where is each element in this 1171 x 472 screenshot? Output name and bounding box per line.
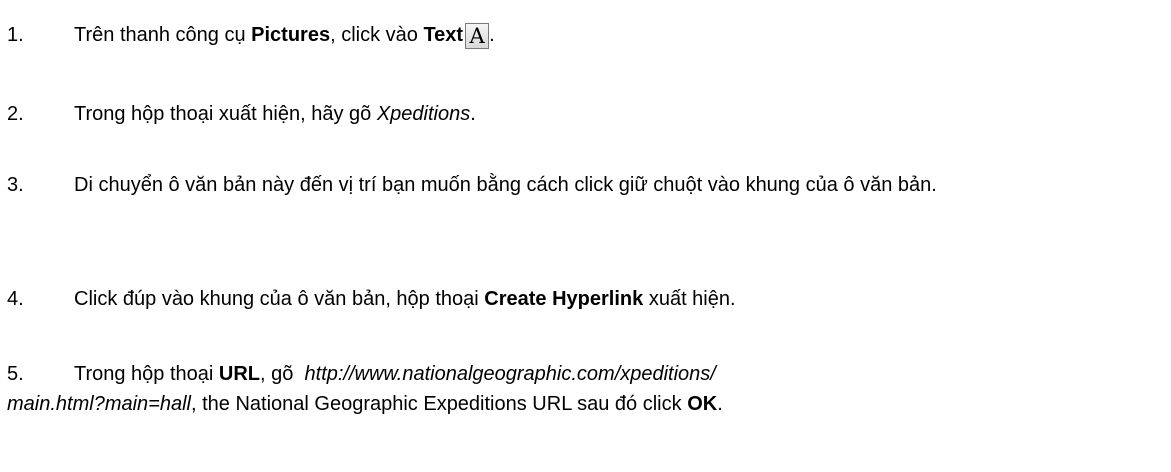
step-text: .: [470, 103, 476, 125]
step-number: 5.: [7, 363, 24, 385]
step-text: Trong hộp thoại: [74, 363, 219, 385]
step-text: Trong hộp thoại xuất hiện, hãy gõ: [74, 103, 377, 125]
step-3: 3. Di chuyển ô văn bản này đến vị trí bạn…: [7, 170, 1163, 200]
step-number: 4.: [7, 288, 24, 310]
text-tool-icon: A: [465, 23, 490, 49]
typed-word: Xpeditions: [376, 103, 471, 125]
step-text: , gõ: [260, 363, 305, 385]
text-tool-name: Text: [423, 24, 464, 46]
step-1: 1. Trên thanh công cụ Pictures, click vào…: [7, 20, 1163, 50]
dialog-name: Create Hyperlink: [484, 288, 644, 310]
url-text: http://www.nationalgeographic.com/xpedit…: [304, 363, 716, 385]
step-text: , the National Geographic Expeditions UR…: [190, 393, 688, 415]
pictures-toolbar-name: Pictures: [251, 24, 331, 46]
step-text: Di chuyển ô văn bản này đến vị trí bạn m…: [74, 174, 937, 196]
step-4: 4. Click đúp vào khung của ô văn bản, hộp…: [7, 284, 1163, 314]
step-number: 2.: [7, 103, 24, 125]
ok-button-name: OK: [687, 393, 718, 415]
step-text: .: [717, 393, 723, 415]
url-text-continued: main.html?main=hall: [7, 393, 191, 415]
step-2: 2. Trong hộp thoại xuất hiện, hãy gõ Xped…: [7, 99, 1163, 129]
instruction-document: 1. Trên thanh công cụ Pictures, click vào…: [0, 0, 1171, 472]
step-text: Click đúp vào khung của ô văn bản, hộp t…: [74, 288, 485, 310]
step-number: 1.: [7, 24, 24, 46]
step-5: 5. Trong hộp thoại URL, gõ http://www.nat…: [7, 359, 1163, 419]
step-number: 3.: [7, 174, 24, 196]
step-text: .: [489, 24, 495, 46]
step-text: , click vào: [330, 24, 424, 46]
url-dialog-name: URL: [218, 363, 261, 385]
step-text: Trên thanh công cụ: [74, 24, 252, 46]
step-text: xuất hiện.: [643, 288, 736, 310]
